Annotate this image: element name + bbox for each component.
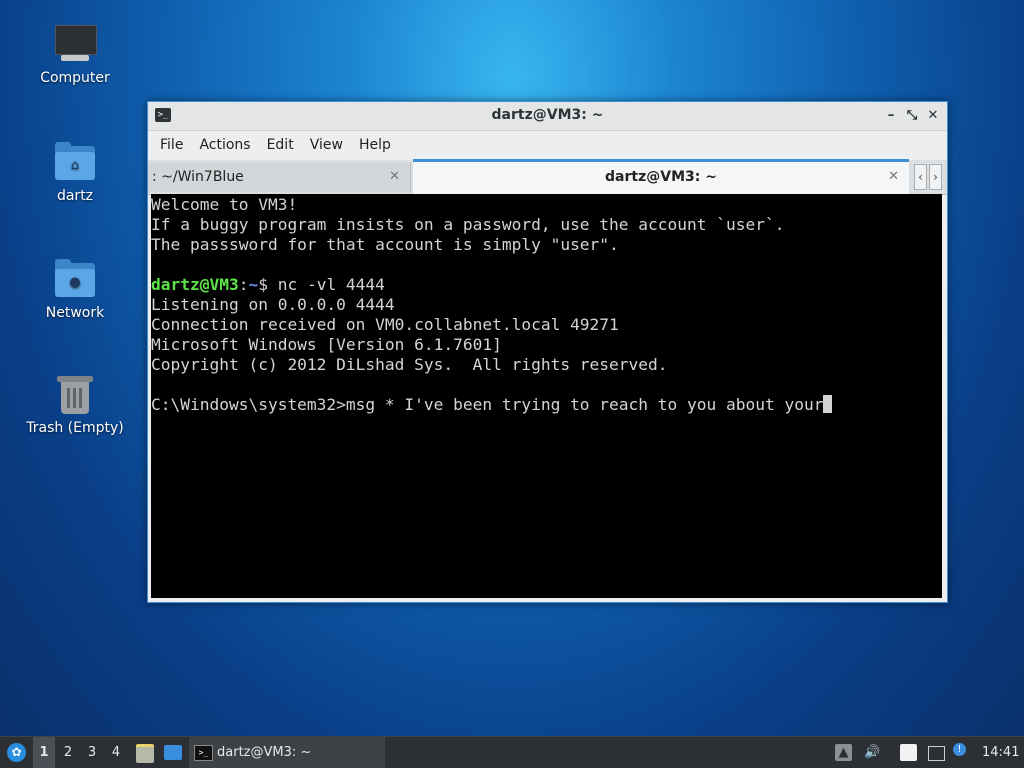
network-monitor-icon[interactable] [928,746,945,761]
lxqt-logo-icon: ✿ [7,743,26,762]
taskbar: ✿ 1 2 3 4 >_ dartz@VM3: ~ ▲ 🔊 ! 14:41 [0,736,1024,768]
workspace-4[interactable]: 4 [105,737,127,768]
task-label: dartz@VM3: ~ [217,745,312,760]
terminal-input-line[interactable]: C:\Windows\system32>msg * I've been tryi… [151,395,942,415]
tab-scroll-left-icon[interactable]: ‹ [914,164,927,190]
computer-icon [53,22,97,66]
close-button[interactable]: ✕ [923,106,943,126]
terminal-line: Microsoft Windows [Version 6.1.7601] [151,335,502,354]
trash-icon [53,372,97,416]
terminal-line: Copyright (c) 2012 DiLshad Sys. All righ… [151,355,668,374]
window-title: dartz@VM3: ~ [491,107,604,123]
desktop-icon-label: Computer [40,70,110,86]
taskbar-task-terminal[interactable]: >_ dartz@VM3: ~ [189,737,385,768]
menubar: File Actions Edit View Help [148,131,947,160]
tab-scroll-right-icon[interactable]: › [929,164,942,190]
window-titlebar[interactable]: >_ dartz@VM3: ~ – ⤡ ✕ [148,102,947,131]
minimize-button[interactable]: – [881,106,901,126]
tab-label: dartz@VM3: ~ [605,169,717,185]
menu-edit[interactable]: Edit [259,131,302,160]
show-desktop-button[interactable] [161,737,185,768]
workspace-1[interactable]: 1 [33,737,55,768]
menu-view[interactable]: View [302,131,351,160]
terminal-line: Listening on 0.0.0.0 4444 [151,295,395,314]
workspace-2[interactable]: 2 [57,737,79,768]
desktop-icon-label: dartz [56,188,94,204]
terminal-task-icon: >_ [194,745,213,761]
tab-close-icon[interactable]: ✕ [888,162,899,192]
notification-icon[interactable]: ! [953,743,966,756]
menu-actions[interactable]: Actions [191,131,258,160]
terminal-line: The passsword for that account is simply… [151,235,619,254]
desktop-icon-label: Trash (Empty) [26,420,124,436]
maximize-button[interactable]: ⤡ [902,106,922,126]
tab-dartz-vm3[interactable]: dartz@VM3: ~ ✕ [413,159,909,195]
workspace-3[interactable]: 3 [81,737,103,768]
terminal-input-text: C:\Windows\system32>msg * I've been tryi… [151,395,824,414]
desktop-icon-computer[interactable]: Computer [15,22,135,86]
desktop-icon-network[interactable]: ● Network [15,257,135,321]
terminal-output[interactable]: Welcome to VM3! If a buggy program insis… [151,194,942,598]
volume-icon[interactable]: 🔊 [864,744,881,761]
prompt-path: ~ [248,275,259,294]
desktop-icon [164,745,182,760]
prompt-symbol: $ [258,275,268,294]
prompt-command: nc -vl 4444 [267,275,385,294]
terminal-line: Connection received on VM0.collabnet.loc… [151,315,619,334]
tab-bar: : ~/Win7Blue ✕ dartz@VM3: ~ ✕ ‹ › [148,159,947,195]
terminal-prompt-line: dartz@VM3:~$ nc -vl 4444 [151,275,942,295]
prompt-user: dartz@VM3 [151,275,239,294]
terminal-cursor [823,395,833,413]
desktop-icon-dartz[interactable]: ⌂ dartz [15,140,135,204]
terminal-window: >_ dartz@VM3: ~ – ⤡ ✕ File Actions Edit … [147,101,948,603]
start-menu-button[interactable]: ✿ [4,737,30,768]
prompt-separator: : [238,275,249,294]
desktop-icon-trash[interactable]: Trash (Empty) [15,372,135,436]
home-folder-icon: ⌂ [53,140,97,184]
desktop-icon-label: Network [45,305,105,321]
terminal-line: If a buggy program insists on a password… [151,215,785,234]
file-manager-launcher[interactable] [134,737,156,768]
menu-file[interactable]: File [152,131,191,160]
clipboard-icon[interactable] [900,744,917,761]
tray-expand-icon[interactable]: ▲ [835,744,852,761]
tab-win7blue[interactable]: : ~/Win7Blue ✕ [148,162,411,192]
clock[interactable]: 14:41 [982,737,1022,768]
menu-help[interactable]: Help [351,131,399,160]
network-folder-icon: ● [53,257,97,301]
tab-label: : ~/Win7Blue [152,169,244,185]
folder-icon [136,744,154,763]
tab-close-icon[interactable]: ✕ [389,162,400,192]
terminal-line: Welcome to VM3! [151,195,298,214]
